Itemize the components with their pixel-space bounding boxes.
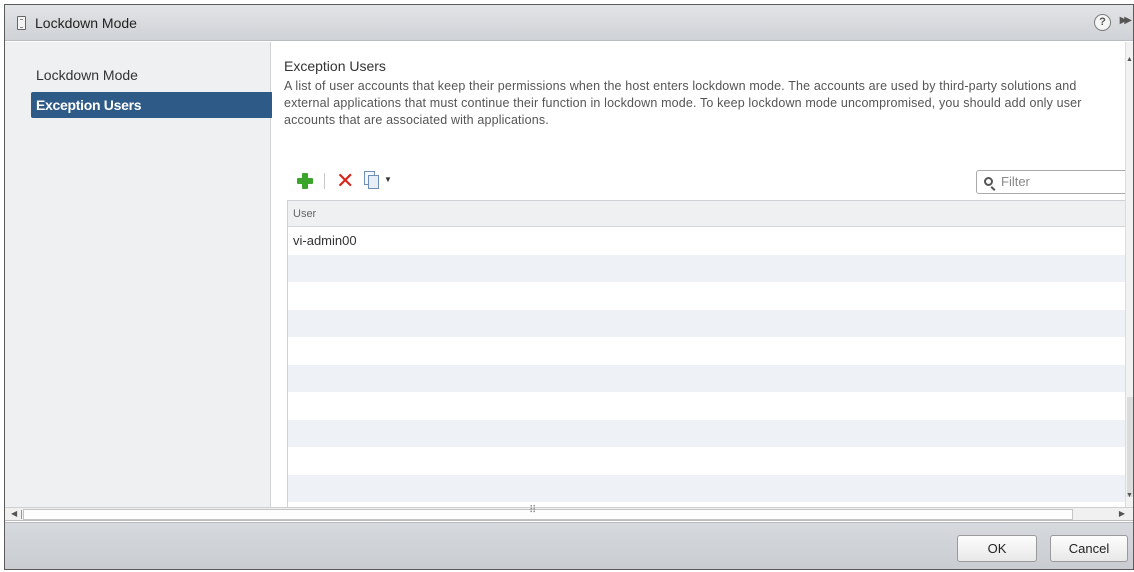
- column-header-user[interactable]: User: [288, 201, 1127, 227]
- dialog-footer: OK Cancel: [5, 522, 1133, 569]
- table-row-empty: [288, 474, 1127, 502]
- table-cell-user: vi-admin00: [293, 233, 357, 248]
- chevron-down-icon: ▼: [384, 175, 392, 184]
- sidebar-item-lockdown-mode[interactable]: Lockdown Mode: [31, 62, 273, 88]
- exception-users-table: User vi-admin00: [287, 200, 1127, 507]
- scroll-left-icon[interactable]: ◀: [11, 509, 17, 518]
- filter-input[interactable]: Filter: [976, 170, 1126, 194]
- scroll-up-icon[interactable]: ▲: [1126, 56, 1133, 63]
- vertical-scroll-thumb[interactable]: [1127, 397, 1133, 497]
- ok-button[interactable]: OK: [957, 535, 1037, 562]
- table-row[interactable]: vi-admin00: [288, 227, 1127, 255]
- title-bar: Lockdown Mode ? ▶▶: [5, 5, 1133, 41]
- vertical-scrollbar[interactable]: ▲ ▼: [1125, 42, 1133, 507]
- table-row-empty: [288, 309, 1127, 337]
- sidebar-item-exception-users[interactable]: Exception Users: [31, 92, 273, 118]
- horizontal-scroll-thumb[interactable]: [23, 509, 1073, 520]
- add-icon[interactable]: [296, 172, 314, 190]
- expand-icon[interactable]: ▶▶: [1120, 15, 1133, 26]
- scroll-right-icon[interactable]: ▶: [1119, 509, 1125, 518]
- remove-icon[interactable]: ✕: [336, 170, 354, 192]
- table-row-empty: [288, 419, 1127, 447]
- table-row-empty: [288, 282, 1127, 310]
- toolbar-separator: [324, 173, 325, 189]
- user-toolbar: ✕ ▼ Filter: [294, 170, 1126, 194]
- cancel-button[interactable]: Cancel: [1050, 535, 1128, 562]
- filter-placeholder: Filter: [1001, 174, 1030, 189]
- table-row-empty: [288, 254, 1127, 282]
- copy-sheet-front: [368, 175, 379, 189]
- lockdown-mode-dialog: Lockdown Mode ? ▶▶ Lockdown Mode Excepti…: [4, 4, 1134, 570]
- search-icon: [984, 177, 993, 186]
- scroll-down-icon[interactable]: ▼: [1126, 492, 1133, 499]
- section-description: A list of user accounts that keep their …: [284, 79, 1082, 127]
- table-row-empty: [288, 337, 1127, 365]
- section-title: Exception Users: [284, 58, 386, 74]
- help-icon[interactable]: ?: [1094, 14, 1111, 31]
- sidebar-nav: Lockdown Mode Exception Users: [5, 42, 273, 507]
- table-row-empty: [288, 392, 1127, 420]
- window-title: Lockdown Mode: [35, 15, 137, 31]
- main-content: Exception Users A list of user accounts …: [272, 42, 1127, 507]
- table-row-empty: [288, 447, 1127, 475]
- scroll-left-divider: [21, 510, 22, 519]
- table-row-empty: [288, 364, 1127, 392]
- host-device-icon: [17, 16, 26, 30]
- horizontal-scrollbar[interactable]: ◀ ⠿ ▶: [5, 505, 1133, 521]
- scroll-grip-icon: ⠿: [529, 505, 537, 516]
- copy-icon[interactable]: ▼: [364, 171, 392, 191]
